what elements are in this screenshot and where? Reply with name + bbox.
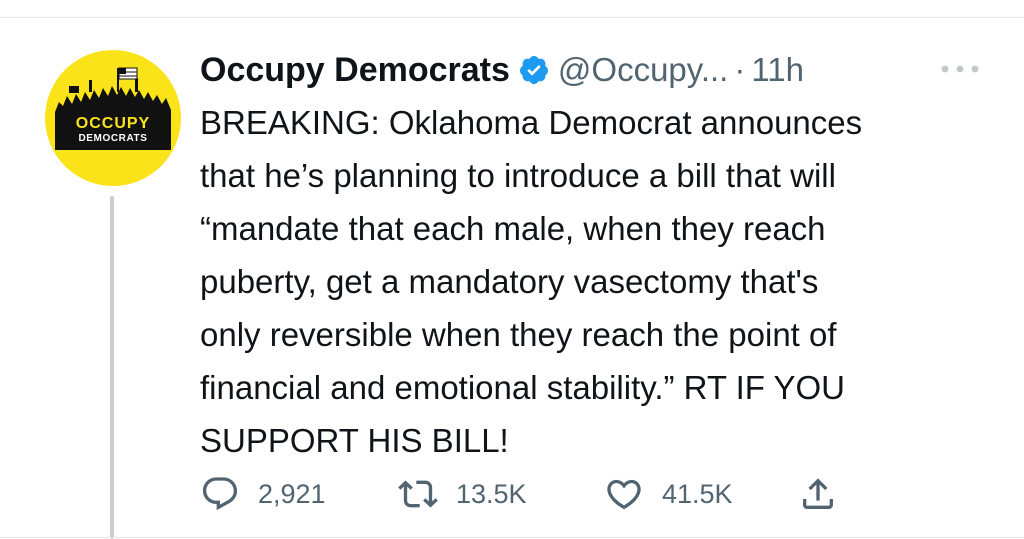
tweet-text-line: puberty, get a mandatory vasectomy that'… [200, 263, 819, 300]
tweet[interactable]: OCCUPY DEMOCRATS Occupy Democrats @Occup… [0, 0, 1024, 539]
avatar-text-democrats: DEMOCRATS [78, 133, 148, 144]
tweet-text-line: financial and emotional stability.” RT I… [200, 369, 846, 406]
tweet-text-line: that he’s planning to introduce a bill t… [200, 157, 836, 194]
timestamp[interactable]: 11h [751, 51, 804, 89]
display-name[interactable]: Occupy Democrats [200, 51, 510, 90]
like-count: 41.5K [662, 478, 733, 509]
tweet-text-line: only reversible when they reach the poin… [200, 316, 837, 353]
share-button[interactable] [798, 472, 838, 516]
thread-line [110, 196, 114, 539]
tweet-text: BREAKING: Oklahoma Democrat announces th… [200, 96, 1000, 467]
divider [0, 17, 1024, 18]
tweet-text-line: “mandate that each male, when they reach [200, 210, 826, 247]
reply-button[interactable]: 2,921 [200, 472, 326, 516]
avatar-text-occupy: OCCUPY [75, 115, 151, 132]
like-button[interactable]: 41.5K [604, 472, 733, 516]
tweet-text-line: BREAKING: Oklahoma Democrat announces [200, 104, 863, 141]
divider [0, 537, 1024, 538]
reply-count: 2,921 [258, 478, 326, 509]
heart-icon [607, 479, 641, 510]
more-horizontal-icon[interactable] [938, 62, 982, 76]
separator-dot: · [734, 51, 746, 88]
reply-icon [202, 477, 238, 511]
retweet-count: 13.5K [456, 478, 527, 509]
verified-badge-icon [519, 56, 548, 84]
retweet-button[interactable]: 13.5K [398, 472, 527, 516]
tweet-header: Occupy Democrats @Occupy... · 11h [200, 46, 804, 94]
retweet-icon [398, 480, 438, 508]
avatar[interactable]: OCCUPY DEMOCRATS [45, 50, 181, 186]
handle[interactable]: @Occupy... [558, 51, 728, 89]
tweet-actions: 2,921 13.5K 41.5K [200, 472, 960, 516]
share-icon [803, 478, 833, 509]
tweet-text-line: SUPPORT HIS BILL! [200, 422, 509, 459]
